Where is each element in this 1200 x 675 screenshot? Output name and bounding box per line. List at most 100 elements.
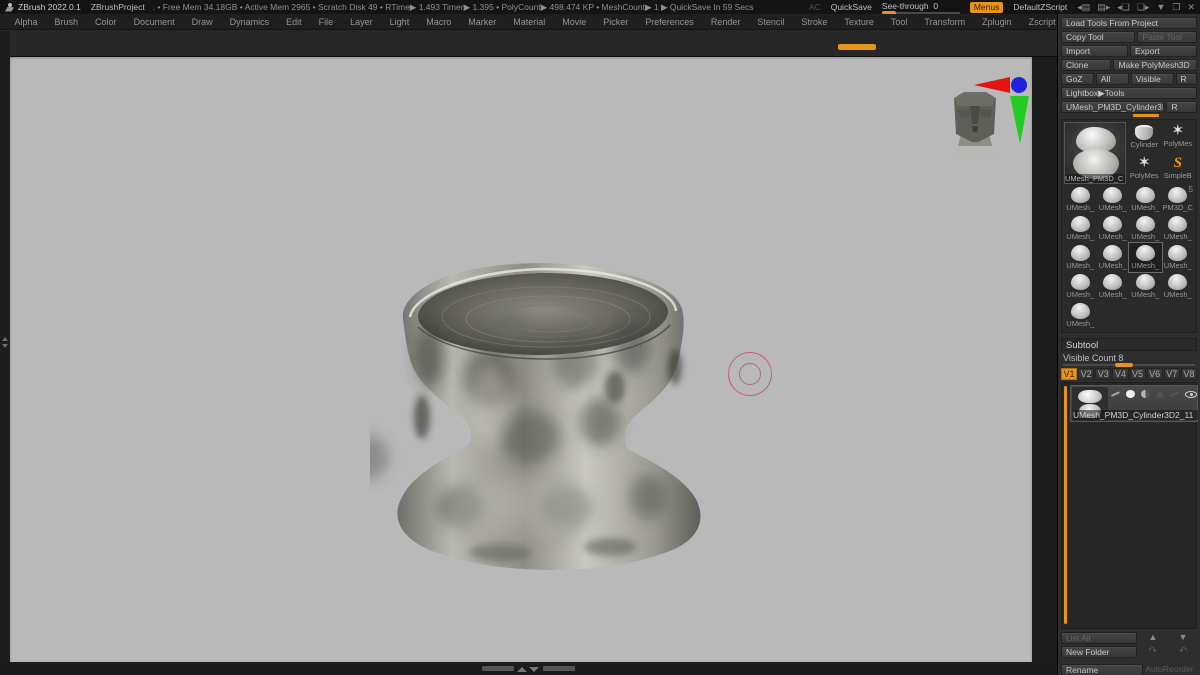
paint-toggle-icon[interactable] [1126,390,1135,398]
sculpt-toggle-icon[interactable] [1110,391,1121,397]
import-button[interactable]: Import [1061,45,1128,57]
menu-document[interactable]: Document [125,17,183,27]
tool-thumbnail-16[interactable]: UMesh_ [1064,301,1097,330]
tool-thumbnail-6[interactable]: UMesh_ [1129,214,1162,243]
menu-color[interactable]: Color [87,17,126,27]
close-icon[interactable]: ✕ [1187,2,1195,13]
menu-render[interactable]: Render [702,17,749,27]
menu-alpha[interactable]: Alpha [6,17,46,27]
subtool-tab-v7[interactable]: V7 [1163,368,1180,380]
menu-draw[interactable]: Draw [183,17,221,27]
lightbox-tools-button[interactable]: Lightbox▶Tools [1061,87,1197,99]
subtool-list[interactable]: UMesh_PM3D_Cylinder3D2_11 [1061,382,1198,629]
subtool-tab-v3[interactable]: V3 [1095,368,1112,380]
tool-thumbnail-3[interactable]: PM3D_C 5 [1162,185,1195,214]
menu-edit[interactable]: Edit [278,17,311,27]
menu-file[interactable]: File [310,17,342,27]
menu-macro[interactable]: Macro [418,17,460,27]
menu-layer[interactable]: Layer [342,17,382,27]
uv-toggle-icon[interactable] [1156,390,1164,398]
menu-light[interactable]: Light [381,17,418,27]
copy-tool-button[interactable]: Copy Tool [1061,31,1136,43]
active-tool-thumbnail[interactable]: UMesh_PM3D_C [1064,122,1126,184]
tool-thumbnail-1[interactable]: UMesh_ [1097,185,1130,214]
tool-thumbnail-2[interactable]: UMesh_ [1129,185,1162,214]
quick-pick-polymes[interactable]: ✶ PolyMes [1128,154,1161,184]
goz-visible-button[interactable]: Visible [1130,73,1174,85]
document-canvas[interactable] [10,57,1032,662]
menu-material[interactable]: Material [505,17,554,27]
quick-pick-cylinder[interactable]: Cylinder [1128,122,1161,153]
visibility-eye-icon[interactable] [1185,390,1197,398]
shelf-divider-handle[interactable] [838,44,876,50]
subtool-tab-v6[interactable]: V6 [1146,368,1163,380]
subtool-down-icon[interactable]: ▼ [1169,632,1197,644]
new-folder-button[interactable]: New Folder [1061,646,1137,658]
menu-marker[interactable]: Marker [460,17,505,27]
quick-pick-polymes[interactable]: ✶ PolyMes [1162,122,1195,153]
subtool-tab-v8[interactable]: V8 [1180,368,1197,380]
float-left-icon[interactable]: ◂❏ [1117,2,1130,13]
default-zscript-button[interactable]: DefaultZScript [1013,2,1067,12]
menus-toggle-button[interactable]: Menus [969,1,1004,13]
bottom-tray-divider[interactable] [0,662,1057,675]
quicksave-button[interactable]: QuickSave [831,2,872,12]
menu-zplugin[interactable]: Zplugin [974,17,1021,27]
tool-thumbnail-7[interactable]: UMesh_ [1162,214,1195,243]
goz-r-button[interactable]: R [1175,73,1197,85]
current-tool-slider[interactable]: UMesh_PM3D_Cylinder3D2_1 [1061,101,1165,113]
rename-button[interactable]: Rename [1061,664,1144,675]
menu-dynamics[interactable]: Dynamics [221,17,278,27]
visible-count-track[interactable] [1063,363,1195,367]
visible-count-knob[interactable] [1115,363,1133,367]
tool-thumbnail-14[interactable]: UMesh_ [1129,272,1162,301]
polypaint-colorize-icon[interactable] [1141,390,1150,398]
subtool-up-icon[interactable]: ▲ [1139,632,1167,644]
bottom-divider-bar-right[interactable] [543,666,575,671]
tool-thumbnail-11[interactable]: UMesh_ [1162,243,1195,272]
visible-count-slider[interactable]: Visible Count 8 [1061,351,1197,363]
camera-gizmo[interactable] [930,72,1040,164]
displacement-toggle-icon[interactable] [1169,391,1180,397]
clone-button[interactable]: Clone [1061,59,1112,71]
tool-thumbnail-8[interactable]: UMesh_ [1064,243,1097,272]
tool-thumbnail-0[interactable]: UMesh_ [1064,185,1097,214]
restore-icon[interactable]: ❐ [1172,2,1180,13]
tool-thumbnail-15[interactable]: UMesh_ [1162,272,1195,301]
menu-texture[interactable]: Texture [836,17,883,27]
subtool-tab-v5[interactable]: V5 [1129,368,1146,380]
export-button[interactable]: Export [1130,45,1197,57]
subtool-tab-v2[interactable]: V2 [1078,368,1095,380]
see-through-slider[interactable]: See-through 0 [881,1,960,15]
tool-thumbnail-4[interactable]: UMesh_ [1064,214,1097,243]
menu-stencil[interactable]: Stencil [749,17,793,27]
menu-stroke[interactable]: Stroke [793,17,836,27]
load-tools-button[interactable]: Load Tools From Project [1061,17,1197,29]
current-tool-slider-knob[interactable] [1133,114,1159,117]
menu-picker[interactable]: Picker [595,17,637,27]
goz-all-button[interactable]: All [1095,73,1129,85]
current-tool-r-button[interactable]: R [1166,101,1197,113]
sculpted-model[interactable] [370,207,730,587]
tool-thumbnail-5[interactable]: UMesh_ [1097,214,1130,243]
left-tray-open-icon[interactable] [2,337,8,341]
bottom-tray-close-icon[interactable] [529,667,539,672]
bottom-tray-open-icon[interactable] [517,667,527,672]
subtool-item[interactable]: UMesh_PM3D_Cylinder3D2_11 [1070,385,1198,422]
bottom-divider-bar-left[interactable] [482,666,514,671]
dock-left-icon[interactable]: ◂▤ [1077,2,1090,13]
quick-pick-simpleb[interactable]: S SimpleB [1162,154,1195,184]
minimize-icon[interactable]: ▼ [1156,2,1165,13]
float-right-icon[interactable]: ❏▸ [1137,2,1150,13]
subtool-header[interactable]: Subtool [1061,338,1197,351]
menu-brush[interactable]: Brush [46,17,87,27]
menu-tool[interactable]: Tool [882,17,916,27]
left-tray-divider[interactable] [0,31,10,662]
menu-movie[interactable]: Movie [554,17,595,27]
menu-transform[interactable]: Transform [916,17,974,27]
dock-right-icon[interactable]: ▤▸ [1097,2,1110,13]
subtool-scrollbar[interactable] [1064,386,1067,624]
current-tool-slider-track[interactable] [1061,114,1197,117]
subtool-tab-v4[interactable]: V4 [1112,368,1129,380]
subtool-tab-v1[interactable]: V1 [1061,368,1078,380]
